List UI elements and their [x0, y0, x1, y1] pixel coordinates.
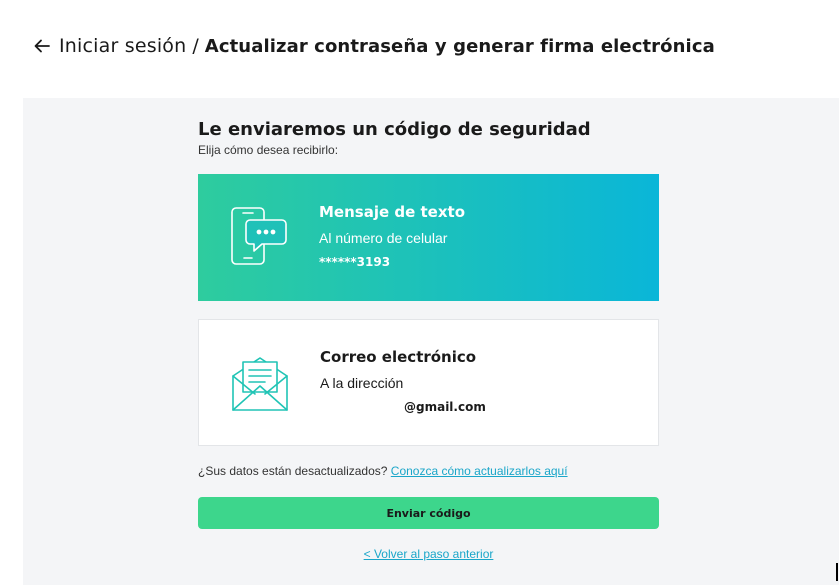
option-email-text: Correo electrónico A la dirección @gmail…	[320, 347, 486, 415]
breadcrumb: Iniciar sesión / Actualizar contraseña y…	[33, 33, 715, 59]
breadcrumb-separator: /	[192, 35, 199, 57]
arrow-left-icon[interactable]	[33, 37, 51, 55]
option-sms-title: Mensaje de texto	[319, 203, 465, 221]
option-email-card[interactable]: Correo electrónico A la dirección @gmail…	[198, 319, 659, 446]
outdated-data-text: ¿Sus datos están desactualizados?	[198, 464, 388, 478]
update-data-link[interactable]: Conozca cómo actualizarlos aquí	[391, 464, 568, 478]
option-email-address: @gmail.com	[404, 400, 486, 414]
breadcrumb-login-link[interactable]: Iniciar sesión	[59, 35, 186, 57]
outdated-data-notice: ¿Sus datos están desactualizados? Conozc…	[198, 464, 568, 478]
smartphone-message-icon	[228, 206, 290, 268]
option-sms-card[interactable]: Mensaje de texto Al número de celular **…	[198, 174, 659, 301]
option-email-title: Correo electrónico	[320, 348, 477, 366]
option-sms-description: Al número de celular	[319, 230, 448, 246]
send-code-button[interactable]: Enviar código	[198, 497, 659, 529]
section-title: Le enviaremos un código de seguridad	[198, 119, 591, 140]
verification-form: Le enviaremos un código de seguridad Eli…	[198, 118, 659, 561]
section-subtitle: Elija cómo desea recibirlo:	[198, 143, 339, 157]
email-envelope-icon	[229, 350, 291, 412]
back-previous-step-link[interactable]: < Volver al paso anterior	[198, 547, 659, 561]
option-sms-phone: ******3193	[319, 255, 391, 269]
text-cursor	[836, 563, 838, 581]
option-sms-text: Mensaje de texto Al número de celular **…	[319, 202, 465, 270]
page-title: Actualizar contraseña y generar firma el…	[204, 35, 715, 57]
main-panel: Le enviaremos un código de seguridad Eli…	[23, 98, 839, 585]
option-email-description: A la dirección	[320, 375, 404, 391]
